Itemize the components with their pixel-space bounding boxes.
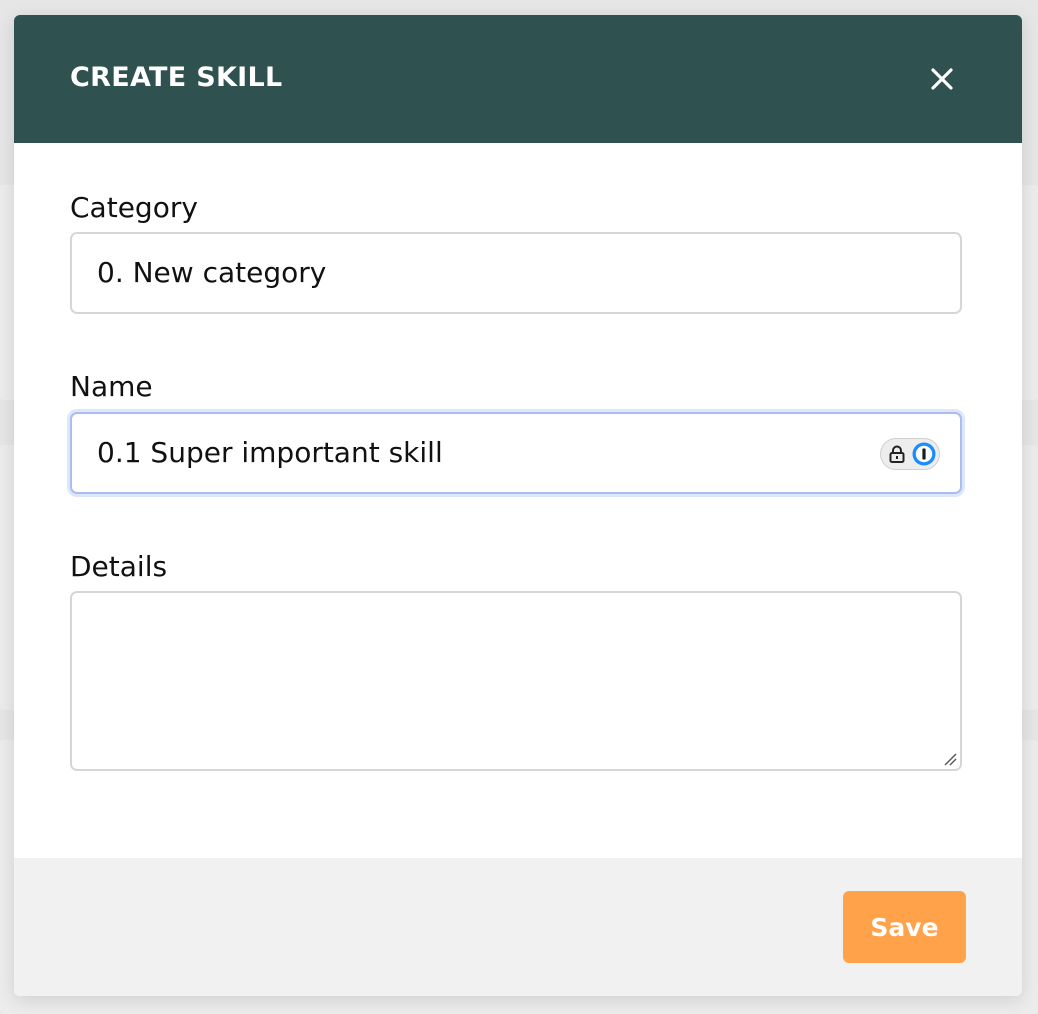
save-button[interactable]: Save xyxy=(843,891,966,963)
modal-header: CREATE SKILL xyxy=(14,15,1022,143)
modal-title: CREATE SKILL xyxy=(70,62,283,93)
category-label: Category xyxy=(70,191,198,224)
resize-handle-icon[interactable] xyxy=(942,751,958,767)
name-value: 0.1 Super important skill xyxy=(97,436,443,469)
create-skill-modal: CREATE SKILL Category 0. New category Na… xyxy=(14,15,1022,996)
password-manager-icon xyxy=(912,442,936,466)
details-label: Details xyxy=(70,550,168,583)
modal-footer: Save xyxy=(14,858,1022,996)
name-label: Name xyxy=(70,370,153,403)
category-value: 0. New category xyxy=(97,256,327,289)
password-manager-badge[interactable] xyxy=(880,438,940,470)
close-button[interactable] xyxy=(922,61,962,101)
name-field[interactable]: 0.1 Super important skill xyxy=(70,412,962,494)
category-field[interactable]: 0. New category xyxy=(70,232,962,314)
details-textarea[interactable] xyxy=(70,591,962,771)
lock-icon xyxy=(889,445,905,463)
close-icon xyxy=(931,68,953,90)
